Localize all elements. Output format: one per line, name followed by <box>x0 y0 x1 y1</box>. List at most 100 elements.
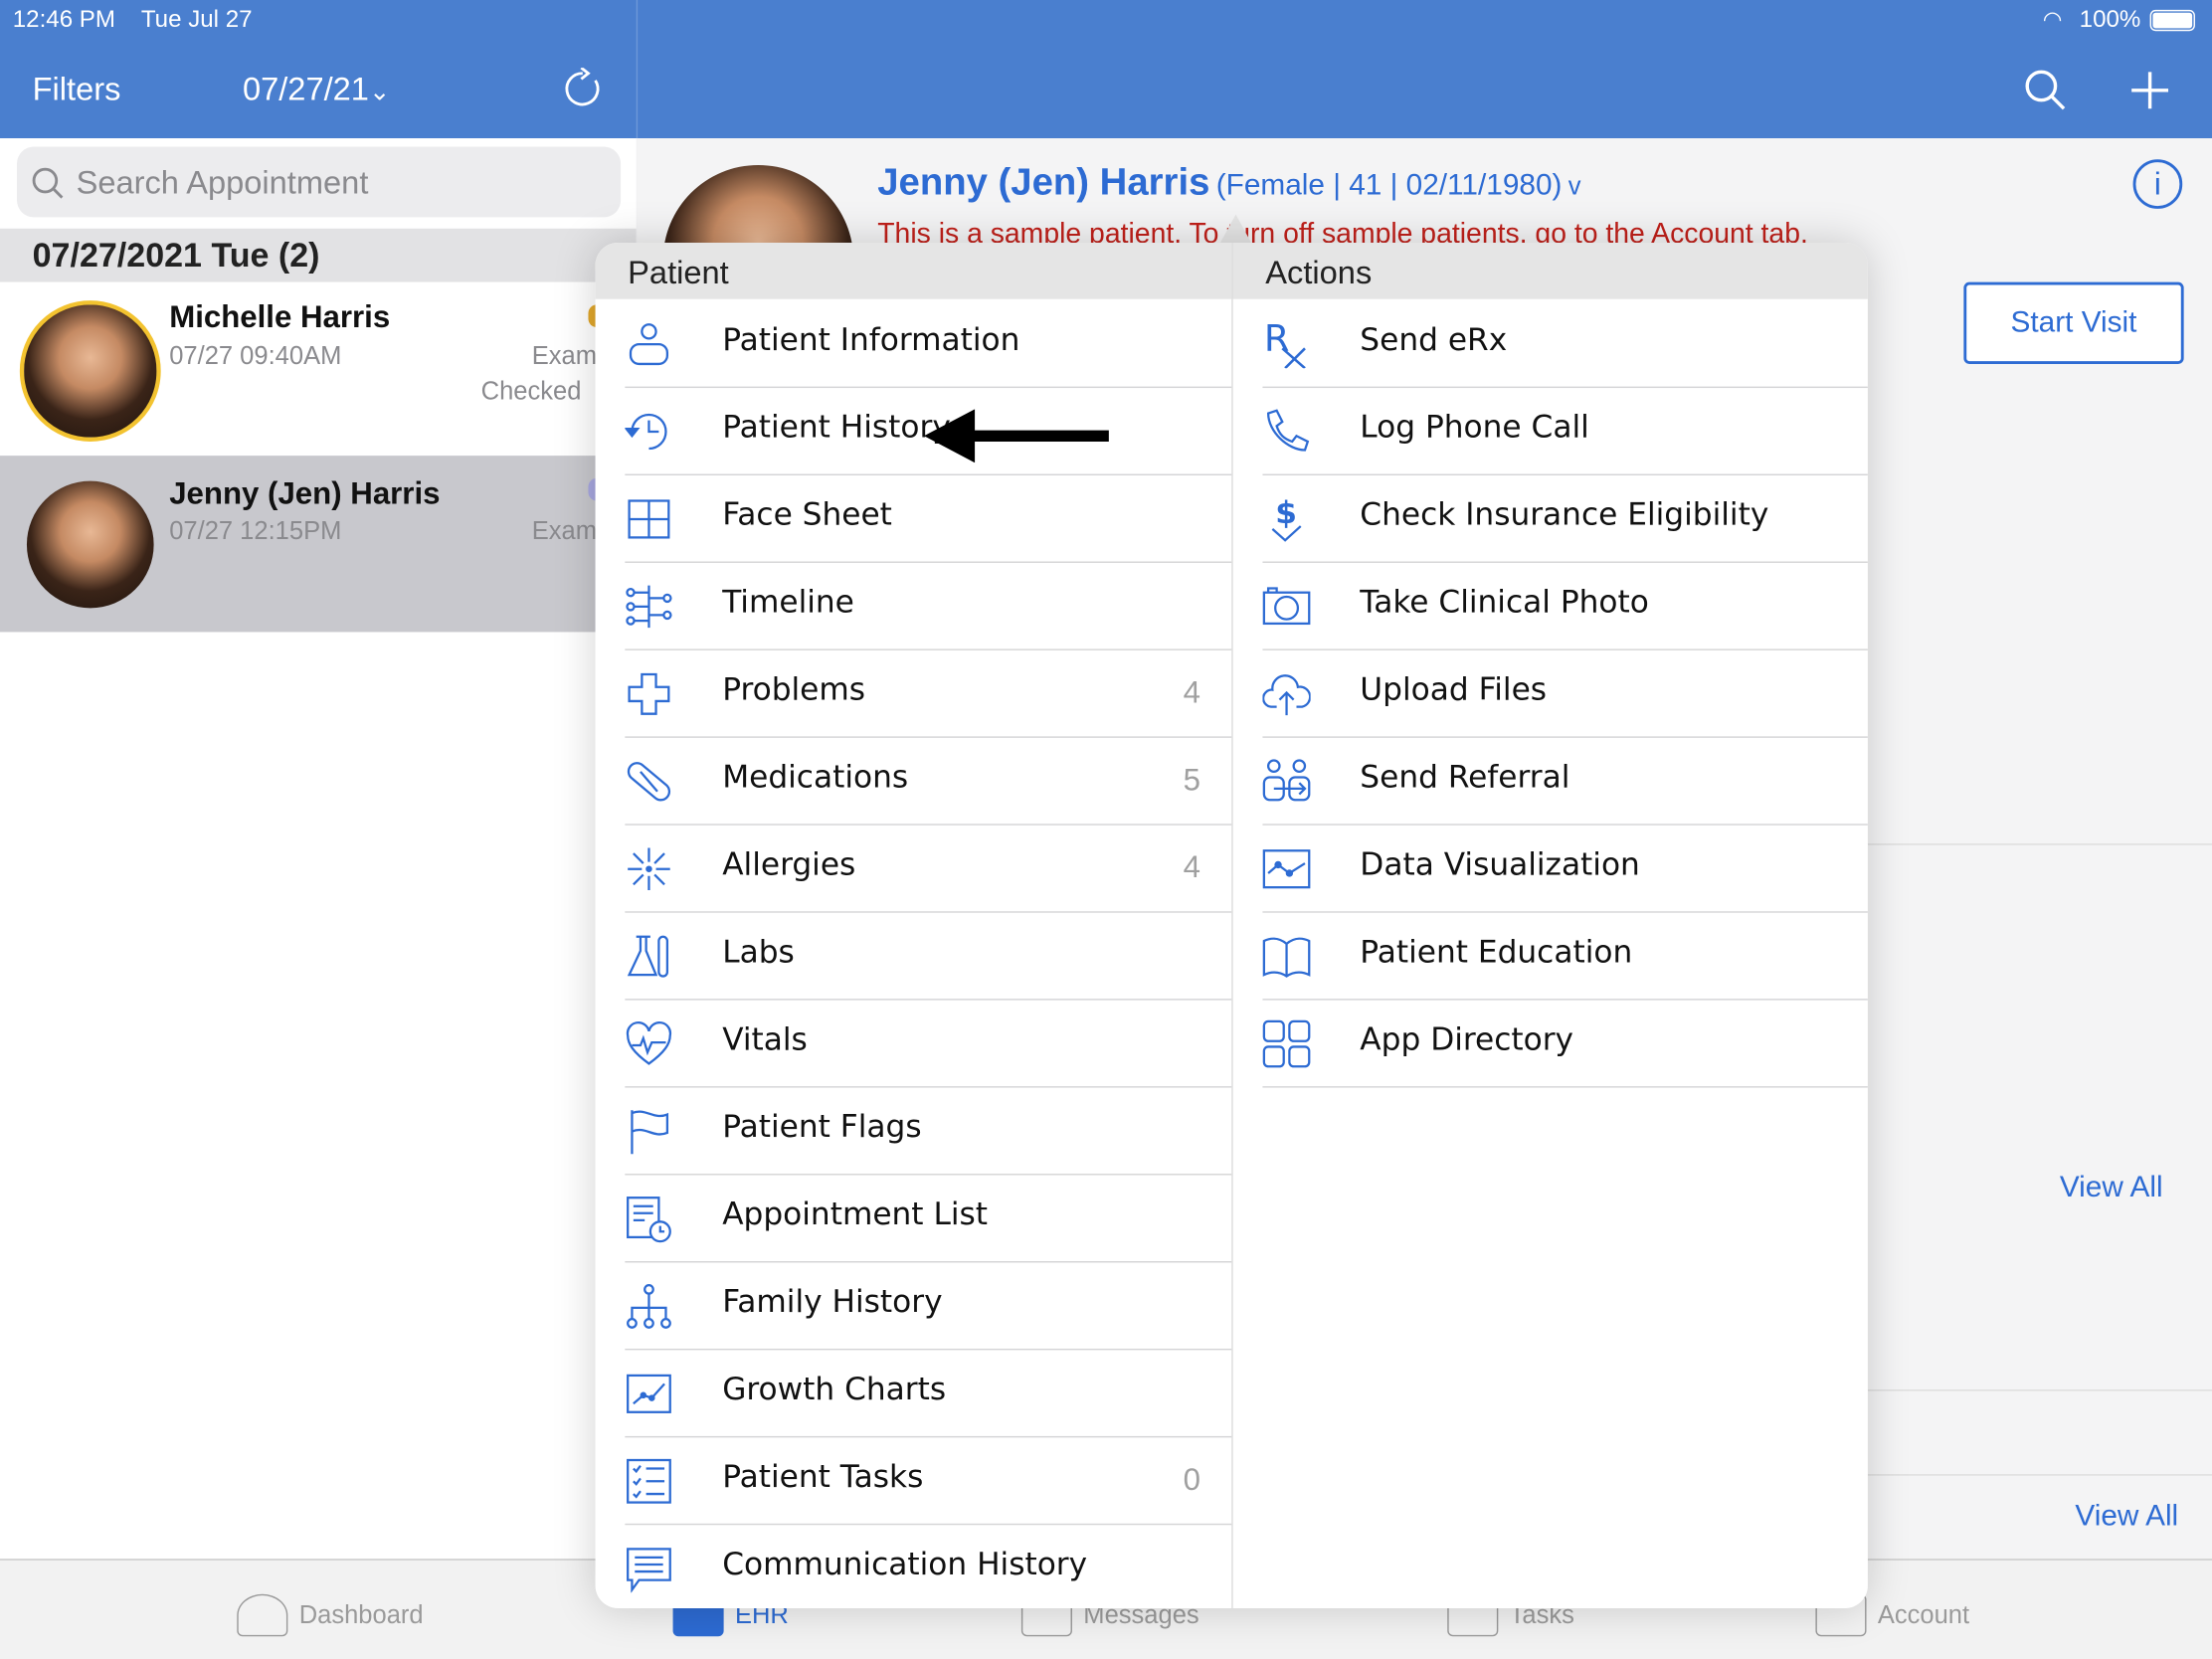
info-icon[interactable]: i <box>2132 159 2183 209</box>
menu-item-data-visualization[interactable]: Data Visualization <box>1262 826 1868 913</box>
timeline-icon <box>625 583 672 631</box>
cross-icon <box>625 670 672 718</box>
separator <box>1262 1086 1868 1088</box>
header-label: Actions <box>1265 254 1373 291</box>
wifi-icon: ◠ <box>2042 8 2063 33</box>
history-icon <box>625 408 672 456</box>
menu-item-log-phone-call[interactable]: Log Phone Call <box>1262 388 1868 475</box>
search-icon[interactable] <box>2023 68 2068 112</box>
menu-item-label: Take Clinical Photo <box>1360 585 1649 622</box>
appointment-row[interactable]: Michelle Harris 07/27 09:40AM Exam Check… <box>0 281 637 457</box>
add-icon[interactable] <box>2130 71 2170 110</box>
menu-item-problems[interactable]: Problems 4 <box>625 650 1232 738</box>
menu-item-family-history[interactable]: Family History <box>625 1262 1232 1351</box>
appointment-type: Exam <box>531 341 597 370</box>
battery-icon <box>2149 9 2195 32</box>
flag-icon <box>625 1107 672 1155</box>
gauge-icon <box>237 1593 288 1637</box>
start-visit-button[interactable]: Start Visit <box>1963 281 2184 364</box>
menu-item-label: Face Sheet <box>722 497 892 534</box>
menu-item-label: Patient History <box>722 410 951 447</box>
patient-name: Jenny (Jen) Harris <box>169 474 441 511</box>
rx-icon: R <box>1262 320 1310 369</box>
menu-item-label: Labs <box>722 935 795 971</box>
menu-item-label: Patient Tasks <box>722 1460 924 1496</box>
battery-percent: 100% <box>2079 5 2141 33</box>
patient-column-header: Patient <box>595 242 1232 299</box>
menu-item-label: Send eRx <box>1360 322 1508 359</box>
chat-list-icon <box>625 1545 672 1593</box>
app-screen: 12:46 PM Tue Jul 27 ◠ 100% Filters 07/27… <box>0 0 2212 1659</box>
menu-item-label: Vitals <box>722 1022 808 1058</box>
menu-item-label: App Directory <box>1360 1022 1574 1058</box>
menu-item-allergies[interactable]: Allergies 4 <box>625 826 1232 913</box>
patient-name-title: Jenny (Jen) Harris <box>877 160 1210 204</box>
date-filter-button[interactable]: 07/27/21⌄ <box>243 71 390 108</box>
menu-item-face-sheet[interactable]: Face Sheet <box>625 475 1232 563</box>
menu-item-medications[interactable]: Medications 5 <box>625 738 1232 826</box>
menu-item-send-referral[interactable]: Send Referral <box>1262 738 1868 826</box>
svg-text:$: $ <box>1275 495 1297 531</box>
menu-item-label: Timeline <box>722 585 854 622</box>
status-date: Tue Jul 27 <box>140 5 253 33</box>
menu-item-count: 0 <box>1183 1461 1201 1497</box>
patient-name: Michelle Harris <box>169 298 391 335</box>
menu-item-patient-education[interactable]: Patient Education <box>1262 913 1868 1001</box>
menu-item-label: Send Referral <box>1360 760 1570 796</box>
menu-item-take-clinical-photo[interactable]: Take Clinical Photo <box>1262 563 1868 650</box>
flask-icon <box>625 933 672 981</box>
appointment-time: 07/27 09:40AM <box>169 341 342 370</box>
patient-header[interactable]: Jenny (Jen) Harris (Female | 41 | 02/11/… <box>877 161 1580 205</box>
menu-item-check-insurance-eligibility[interactable]: $ Check Insurance Eligibility <box>1262 475 1868 563</box>
actions-column-header: Actions <box>1231 242 1868 299</box>
avatar <box>19 300 161 442</box>
filters-button[interactable]: Filters <box>33 71 121 108</box>
checklist-icon <box>625 1457 672 1505</box>
menu-item-label: Check Insurance Eligibility <box>1360 497 1769 534</box>
growth-chart-icon <box>625 1370 672 1417</box>
menu-item-label: Growth Charts <box>722 1373 947 1408</box>
chevron-down-icon: ⌄ <box>368 78 391 106</box>
view-all-link[interactable]: View All <box>2060 1171 2163 1204</box>
menu-item-app-directory[interactable]: App Directory <box>1262 1001 1868 1088</box>
camera-icon <box>1262 583 1311 631</box>
apps-grid-icon <box>1262 1019 1311 1068</box>
menu-item-upload-files[interactable]: Upload Files <box>1262 650 1868 738</box>
menu-item-label: Upload Files <box>1360 672 1548 709</box>
menu-item-appointment-list[interactable]: Appointment List <box>625 1176 1232 1263</box>
menu-item-label: Patient Education <box>1360 935 1633 971</box>
patient-demographics: (Female | 41 | 02/11/1980) <box>1215 169 1563 202</box>
menu-item-count: 4 <box>1183 848 1201 885</box>
search-input[interactable]: Search Appointment <box>17 146 622 218</box>
menu-item-vitals[interactable]: Vitals <box>625 1001 1232 1088</box>
menu-item-patient-tasks[interactable]: Patient Tasks 0 <box>625 1437 1232 1526</box>
menu-item-label: Patient Information <box>722 322 1020 359</box>
phone-icon <box>1262 408 1310 456</box>
search-placeholder: Search Appointment <box>76 163 369 201</box>
appointment-row-selected[interactable]: Jenny (Jen) Harris 07/27 12:15PM Exam <box>0 456 637 633</box>
status-time: 12:46 PM <box>12 5 115 33</box>
menu-item-labs[interactable]: Labs <box>625 913 1232 1001</box>
date-section-header: 07/27/2021 Tue (2) <box>0 228 637 282</box>
dollar-check-icon: $ <box>1262 495 1310 543</box>
menu-item-count: 5 <box>1183 761 1201 798</box>
view-all-link[interactable]: View All <box>2075 1500 2178 1534</box>
search-icon <box>32 167 64 199</box>
menu-item-growth-charts[interactable]: Growth Charts <box>625 1350 1232 1438</box>
menu-item-label: Problems <box>722 672 866 709</box>
appointment-time: 07/27 12:15PM <box>169 516 342 545</box>
menu-item-label: Appointment List <box>722 1198 989 1233</box>
menu-item-patient-information[interactable]: Patient Information <box>625 300 1232 389</box>
chevron-down-icon: v <box>1567 172 1581 201</box>
person-icon <box>625 320 672 368</box>
menu-item-timeline[interactable]: Timeline <box>625 563 1232 650</box>
menu-item-send-erx[interactable]: R Send eRx <box>1262 300 1868 389</box>
top-bar <box>0 0 2212 139</box>
appointment-type: Exam <box>531 516 597 545</box>
menu-item-communication-history[interactable]: Communication History <box>625 1525 1231 1608</box>
menu-item-patient-flags[interactable]: Patient Flags <box>625 1088 1232 1176</box>
tab-dashboard[interactable]: Dashboard <box>237 1593 424 1637</box>
tab-label: Account <box>1877 1600 1970 1629</box>
header-label: Patient <box>628 254 729 291</box>
refresh-icon[interactable] <box>562 68 605 110</box>
